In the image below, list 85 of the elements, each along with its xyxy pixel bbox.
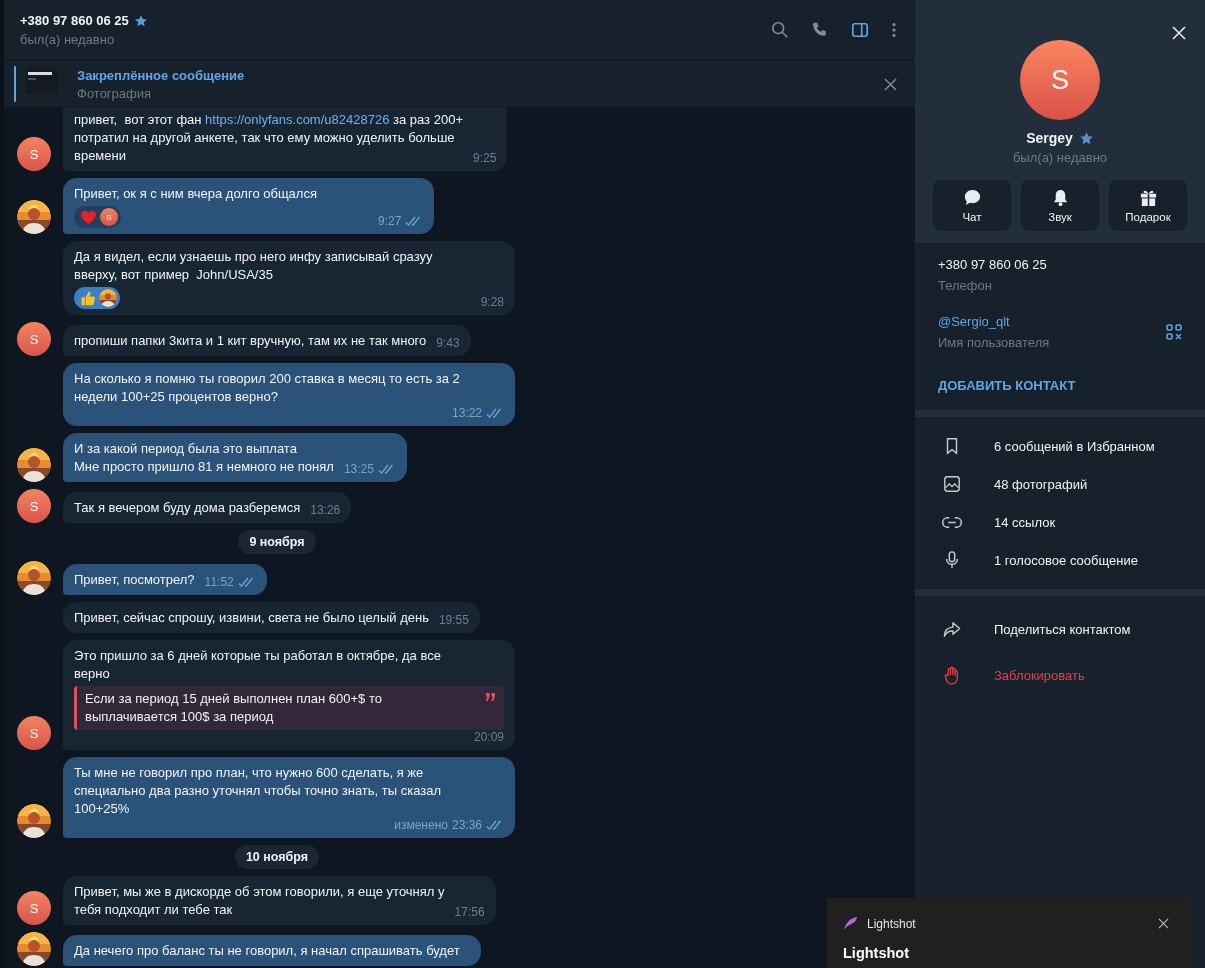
menu-item[interactable]: Поделиться контактом <box>915 606 1205 652</box>
message-bubble[interactable]: Да я видел, если узнаешь про него инфу записывай сразуу вверху, вот пример John/USA/35 9:28 <box>63 241 515 315</box>
message-bubble[interactable]: Привет, сейчас спрошу, извини, света не было целый день 19:55 <box>63 602 480 633</box>
message-text: Ты мне не говорил про план, что нужно 600 сделать, я же специально два разно уточнял чтобы точно знать, ты сказал 100+25% <box>74 764 442 818</box>
profile-status: был(а) недавно <box>1012 150 1108 165</box>
reaction-chip[interactable] <box>74 287 120 309</box>
image-icon <box>941 475 963 493</box>
date-separator: 10 ноября <box>234 845 320 869</box>
action-button[interactable]: Подарок <box>1109 180 1187 231</box>
message-bubble[interactable]: Это пришло за 6 дней которые ты работал в октябре, да все верно Если за период 15 дней выполнен план 600+$ то выплачивается 100$ за период 20:09 <box>63 640 515 750</box>
date-separator: 9 ноября <box>238 530 316 554</box>
message-time: 20:09 <box>473 730 504 744</box>
gift-icon <box>1138 188 1158 207</box>
media-row[interactable]: 6 сообщений в Избранном <box>915 427 1205 465</box>
profile-name: Sergey <box>1026 130 1073 146</box>
message-bubble[interactable]: Привет, ок я с ним вчера долго общался S 9:27 <box>63 178 435 234</box>
chat-icon <box>962 188 982 207</box>
contact-name: +380 97 860 06 25 <box>20 13 129 28</box>
link-icon <box>941 515 963 529</box>
message-time: 13:26 <box>310 503 341 517</box>
feather-icon <box>843 916 858 931</box>
edited-label: изменено <box>394 818 448 832</box>
message-bubble[interactable]: Так я вечером буду дома разберемся 13:26 <box>63 492 352 523</box>
message-bubble[interactable]: Привет, мы же в дискорде об этом говорили, я еще уточнял у тебя подходит ли тебе так 17:56 <box>63 876 496 925</box>
username[interactable]: @Sergio_qlt <box>938 314 1050 329</box>
phone-label: Телефон <box>938 278 993 293</box>
message-bubble[interactable]: привет, вот этот фан https://onlyfans.com/u82428726 за раз 200+ потратил на другой анкете, так что ему можно уделить больше времени 9:25 <box>63 108 508 171</box>
message-time: 9:27 <box>377 214 402 228</box>
message-time: 13:22 <box>451 406 482 420</box>
phone-number: +380 97 860 06 25 <box>938 257 1048 272</box>
message-time: 9:25 <box>473 151 497 165</box>
pinned-message-bar[interactable]: Закреплённое сообщение Фотография <box>4 61 915 108</box>
message-text: Привет, посмотрел? <box>74 571 195 589</box>
message-time: 9:28 <box>480 295 504 309</box>
message-bubble[interactable]: Привет, посмотрел? 11:52 <box>63 564 267 595</box>
sidebar-toggle-icon[interactable] <box>851 21 869 39</box>
more-icon[interactable] <box>891 21 897 39</box>
pinned-subtitle: Фотография <box>77 85 153 101</box>
message-text: На сколько я помню ты говорил 200 ставка в месяц то есть за 2 недели 100+25 процентов верно? <box>74 370 460 406</box>
close-icon[interactable] <box>1158 918 1169 929</box>
media-row[interactable]: 1 голосовое сообщение <box>915 541 1205 579</box>
phone-icon[interactable] <box>811 21 829 39</box>
message-bubble[interactable]: На сколько я помню ты говорил 200 ставка в месяц то есть за 2 недели 100+25 процентов верно? 13:22 <box>63 363 515 426</box>
message-text: Привет, мы же в дискорде об этом говорили, я еще уточнял у тебя подходит ли тебе так <box>74 883 445 919</box>
menu-item[interactable]: Заблокировать <box>915 652 1205 698</box>
app-name: Lightshot <box>867 916 917 931</box>
qr-code-icon[interactable] <box>1166 324 1182 340</box>
close-icon[interactable] <box>884 77 897 91</box>
username-label: Имя пользователя <box>938 335 1050 350</box>
message-time: 13:25 <box>343 462 374 476</box>
heart-icon <box>80 209 97 225</box>
notification-title: Lightshot <box>843 945 911 961</box>
action-button[interactable]: Чат <box>933 180 1011 231</box>
message-text: Это пришло за 6 дней которые ты работал в октябре, да все верно <box>74 647 441 683</box>
quote-text: Если за период 15 дней выполнен план 600+$ то выплачивается 100$ за период <box>85 690 382 726</box>
message-time: 9:43 <box>436 336 460 350</box>
profile-avatar: S <box>1020 40 1100 120</box>
message-text: Так я вечером буду дома разберемся <box>74 499 301 517</box>
message-text: И за какой период была это выплата Мне просто пришло 81 я немного не понял <box>74 440 334 476</box>
message-bubble[interactable]: Да нечего про баланс ты не говорил, я начал спрашивать будет <box>63 935 481 966</box>
message-time: 23:36 <box>451 818 482 832</box>
message-text: Да нечего про баланс ты не говорил, я начал спрашивать будет <box>74 942 460 960</box>
message-text: Да я видел, если узнаешь про него инфу записывай сразуу вверху, вот пример John/USA/35 <box>74 248 433 284</box>
message-text: Привет, ок я с ним вчера долго общался <box>74 185 317 203</box>
message-text: Привет, сейчас спрошу, извини, света не было целый день <box>74 609 429 627</box>
message-text: привет, вот этот фан https://onlyfans.com/u82428726 за раз 200+ потратил на другой анкете, так что ему можно уделить больше времени <box>74 111 463 165</box>
share-arrow-icon <box>941 619 963 639</box>
message-bubble[interactable]: пропиши папки 3кита и 1 кит вручную, там их не так много 9:43 <box>63 325 471 356</box>
pinned-title: Закреплённое сообщение <box>77 67 246 83</box>
media-row[interactable]: 48 фотографий <box>915 465 1205 503</box>
reactor-avatar: S <box>100 208 118 226</box>
quote-icon <box>485 693 496 702</box>
message-text: пропиши папки 3кита и 1 кит вручную, там их не так много <box>74 332 427 350</box>
message-time: 11:52 <box>204 575 234 589</box>
message-link[interactable]: https://onlyfans.com/u82428726 <box>205 112 390 127</box>
thumbs-up-icon <box>80 290 96 306</box>
search-icon[interactable] <box>771 21 789 39</box>
action-button[interactable]: Звук <box>1021 180 1099 231</box>
add-contact-link[interactable]: ДОБАВИТЬ КОНТАКТ <box>938 378 1182 393</box>
message-bubble[interactable]: И за какой период была это выплата Мне просто пришло 81 я немного не понял 13:25 <box>63 433 407 482</box>
message-bubble[interactable]: Ты мне не говорил про план, что нужно 600 сделать, я же специально два разно уточнял чтобы точно знать, ты сказал 100+25% изменено 23:36 <box>63 757 515 838</box>
media-row[interactable]: 14 ссылок <box>915 503 1205 541</box>
message-time: 19:55 <box>438 613 469 627</box>
last-seen-status: был(а) недавно <box>20 32 116 47</box>
message-time: 17:56 <box>454 905 485 919</box>
